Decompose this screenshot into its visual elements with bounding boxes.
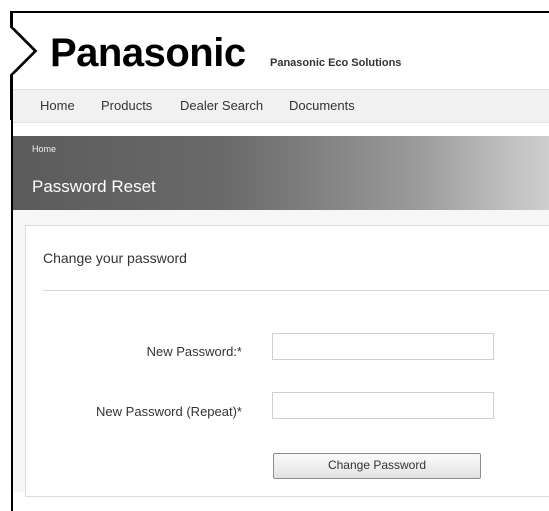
callout-arrow-icon [10,11,38,120]
callout-frame [11,11,549,511]
